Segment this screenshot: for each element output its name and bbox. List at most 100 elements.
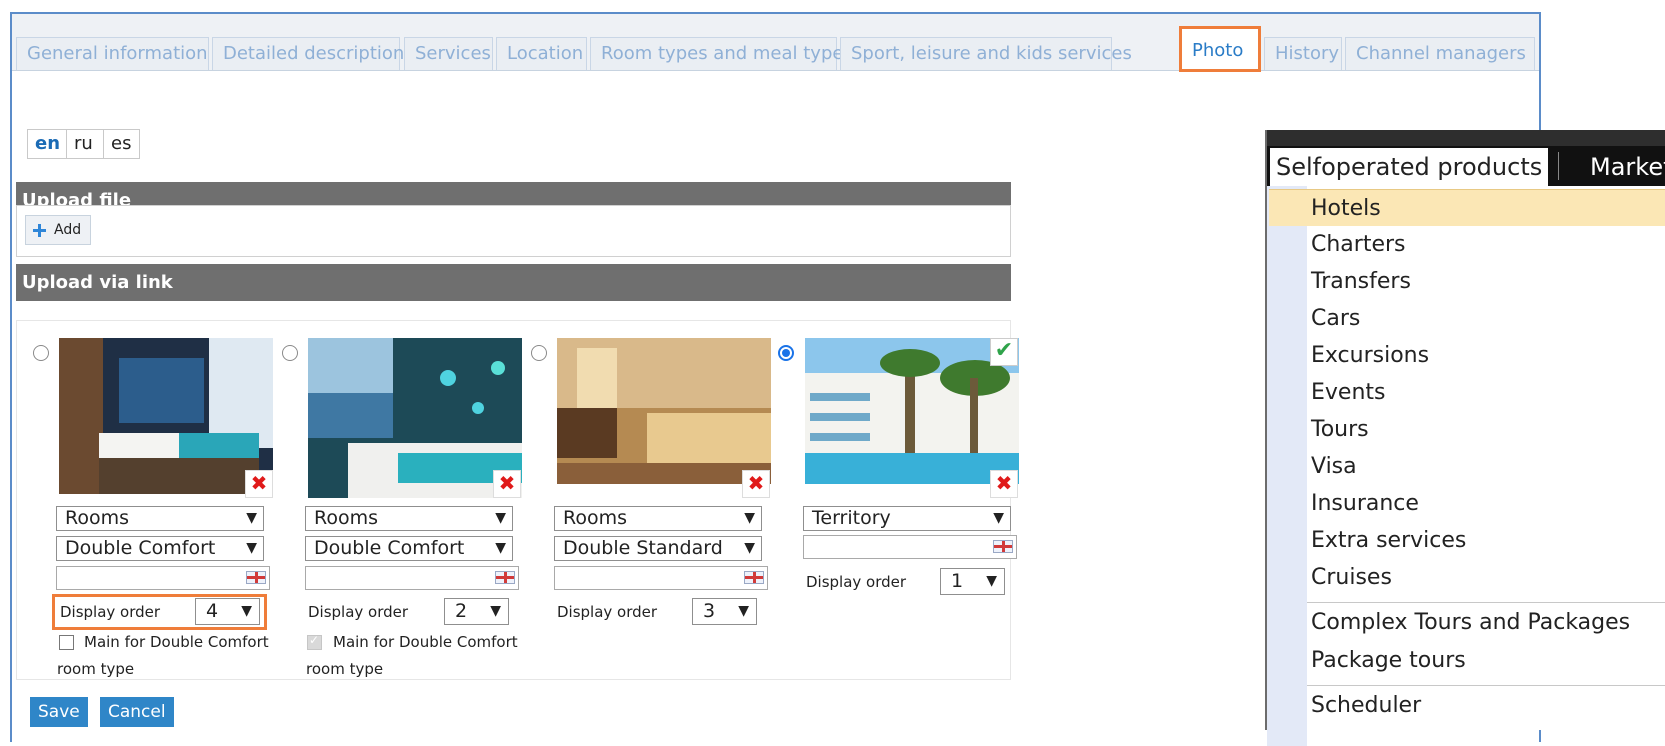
upload-file-box: Add bbox=[16, 205, 1011, 257]
menu-header: Selfoperated products Market bbox=[1267, 146, 1665, 186]
tab-location[interactable]: Location bbox=[496, 37, 587, 70]
upload-link-header: Upload via link bbox=[16, 264, 1011, 301]
display-order-value: 1 bbox=[951, 570, 964, 592]
chevron-down-icon: ▼ bbox=[495, 540, 506, 556]
products-menu: Selfoperated products Market Hotels Char… bbox=[1265, 130, 1665, 746]
save-button[interactable]: Save bbox=[30, 697, 88, 727]
menu-item-package-tours[interactable]: Package tours bbox=[1307, 642, 1665, 679]
menu-item-hotels[interactable]: Hotels bbox=[1269, 189, 1665, 226]
chevron-down-icon: ▼ bbox=[495, 510, 506, 526]
menu-top-bar bbox=[1267, 130, 1665, 146]
display-order-value: 4 bbox=[206, 600, 219, 622]
photo-thumbnail[interactable] bbox=[59, 338, 273, 494]
chevron-down-icon: ▼ bbox=[744, 540, 755, 556]
tab-sport-leisure[interactable]: Sport, leisure and kids services bbox=[840, 37, 1132, 70]
tab-history[interactable]: History bbox=[1264, 37, 1342, 70]
tab-photo[interactable]: Photo bbox=[1179, 26, 1261, 72]
photo-select-radio[interactable] bbox=[531, 345, 547, 361]
check-icon[interactable]: ✔ bbox=[990, 338, 1018, 366]
chevron-down-icon: ▼ bbox=[738, 603, 749, 619]
room-type-value: Double Comfort bbox=[314, 537, 465, 559]
menu-item-visa[interactable]: Visa bbox=[1307, 448, 1665, 485]
photo-select-radio[interactable] bbox=[33, 345, 49, 361]
flag-icon bbox=[246, 571, 266, 584]
flag-icon bbox=[744, 571, 764, 584]
caption-input[interactable] bbox=[554, 566, 768, 590]
chevron-down-icon: ▼ bbox=[993, 510, 1004, 526]
photo-select-radio[interactable] bbox=[282, 345, 298, 361]
display-order-label: Display order bbox=[308, 603, 409, 621]
tab-services[interactable]: Services bbox=[404, 37, 493, 70]
photo-thumbnail[interactable] bbox=[308, 338, 522, 498]
display-order-label: Display order bbox=[60, 603, 161, 621]
main-photo-label: Main for Double Comfort bbox=[333, 633, 518, 651]
menu-tab-market[interactable]: Market bbox=[1590, 148, 1665, 186]
main-photo-label: Main for Double Comfort bbox=[84, 633, 269, 651]
lang-es[interactable]: es bbox=[103, 129, 140, 159]
menu-item-tours[interactable]: Tours bbox=[1307, 411, 1665, 448]
display-order-select[interactable]: 1 ▼ bbox=[940, 568, 1005, 595]
display-order-value: 2 bbox=[455, 600, 468, 622]
display-order-value: 3 bbox=[703, 600, 716, 622]
caption-input[interactable] bbox=[56, 566, 270, 590]
caption-input[interactable] bbox=[803, 535, 1017, 559]
cancel-button[interactable]: Cancel bbox=[100, 697, 174, 727]
main-photo-label-cont: room type bbox=[306, 660, 384, 678]
delete-photo-icon[interactable]: ✖ bbox=[493, 470, 521, 498]
tab-channel-managers[interactable]: Channel managers bbox=[1345, 37, 1535, 70]
room-type-value: Double Comfort bbox=[65, 537, 216, 559]
menu-item-scheduler[interactable]: Scheduler bbox=[1307, 687, 1665, 724]
room-type-value: Double Standard bbox=[563, 537, 723, 559]
room-type-select[interactable]: Double Standard ▼ bbox=[554, 536, 762, 561]
photo-thumbnail[interactable] bbox=[805, 338, 1019, 484]
photo-thumbnail[interactable] bbox=[557, 338, 771, 484]
category-select[interactable]: Rooms ▼ bbox=[554, 506, 762, 531]
flag-icon bbox=[993, 540, 1013, 553]
tab-detailed-description[interactable]: Detailed description bbox=[212, 37, 404, 70]
delete-photo-icon[interactable]: ✖ bbox=[990, 470, 1018, 498]
tab-general-information[interactable]: General information bbox=[16, 37, 209, 70]
chevron-down-icon: ▼ bbox=[744, 510, 755, 526]
menu-item-excursions[interactable]: Excursions bbox=[1307, 337, 1665, 374]
category-select[interactable]: Rooms ▼ bbox=[305, 506, 513, 531]
menu-item-insurance[interactable]: Insurance bbox=[1307, 485, 1665, 522]
category-value: Territory bbox=[812, 507, 891, 529]
chevron-down-icon: ▼ bbox=[986, 573, 997, 589]
display-order-select[interactable]: 3 ▼ bbox=[692, 598, 757, 625]
caption-input[interactable] bbox=[305, 566, 519, 590]
menu-divider bbox=[1558, 152, 1559, 180]
menu-item-cruises[interactable]: Cruises bbox=[1307, 559, 1665, 596]
category-value: Rooms bbox=[563, 507, 628, 529]
main-photo-checkbox[interactable] bbox=[307, 633, 322, 650]
category-select[interactable]: Territory ▼ bbox=[803, 506, 1011, 531]
menu-tab-selfoperated[interactable]: Selfoperated products bbox=[1270, 148, 1549, 186]
display-order-select[interactable]: 2 ▼ bbox=[444, 598, 509, 625]
add-button[interactable]: Add bbox=[25, 215, 91, 245]
add-label: Add bbox=[54, 222, 82, 238]
category-select[interactable]: Rooms ▼ bbox=[56, 506, 264, 531]
category-value: Rooms bbox=[314, 507, 379, 529]
room-type-select[interactable]: Double Comfort ▼ bbox=[305, 536, 513, 561]
flag-icon bbox=[495, 571, 515, 584]
room-type-select[interactable]: Double Comfort ▼ bbox=[56, 536, 264, 561]
display-order-select[interactable]: 4 ▼ bbox=[195, 598, 260, 625]
menu-separator bbox=[1307, 602, 1665, 603]
delete-photo-icon[interactable]: ✖ bbox=[245, 470, 273, 498]
menu-item-events[interactable]: Events bbox=[1307, 374, 1665, 411]
tab-room-types[interactable]: Room types and meal types bbox=[590, 37, 853, 70]
tab-bar: General information Detailed description… bbox=[12, 14, 1539, 72]
lang-ru[interactable]: ru bbox=[66, 129, 104, 159]
main-photo-label-cont: room type bbox=[57, 660, 135, 678]
menu-item-cars[interactable]: Cars bbox=[1307, 300, 1665, 337]
menu-item-complex-tours[interactable]: Complex Tours and Packages bbox=[1307, 604, 1665, 641]
menu-item-extra-services[interactable]: Extra services bbox=[1307, 522, 1665, 559]
main-photo-checkbox[interactable] bbox=[59, 635, 74, 650]
display-order-label: Display order bbox=[806, 573, 907, 591]
plus-icon bbox=[33, 224, 46, 237]
menu-item-charters[interactable]: Charters bbox=[1307, 226, 1665, 263]
lang-en[interactable]: en bbox=[27, 129, 67, 159]
menu-item-transfers[interactable]: Transfers bbox=[1307, 263, 1665, 300]
delete-photo-icon[interactable]: ✖ bbox=[742, 470, 770, 498]
photo-select-radio[interactable] bbox=[778, 345, 794, 361]
category-value: Rooms bbox=[65, 507, 130, 529]
